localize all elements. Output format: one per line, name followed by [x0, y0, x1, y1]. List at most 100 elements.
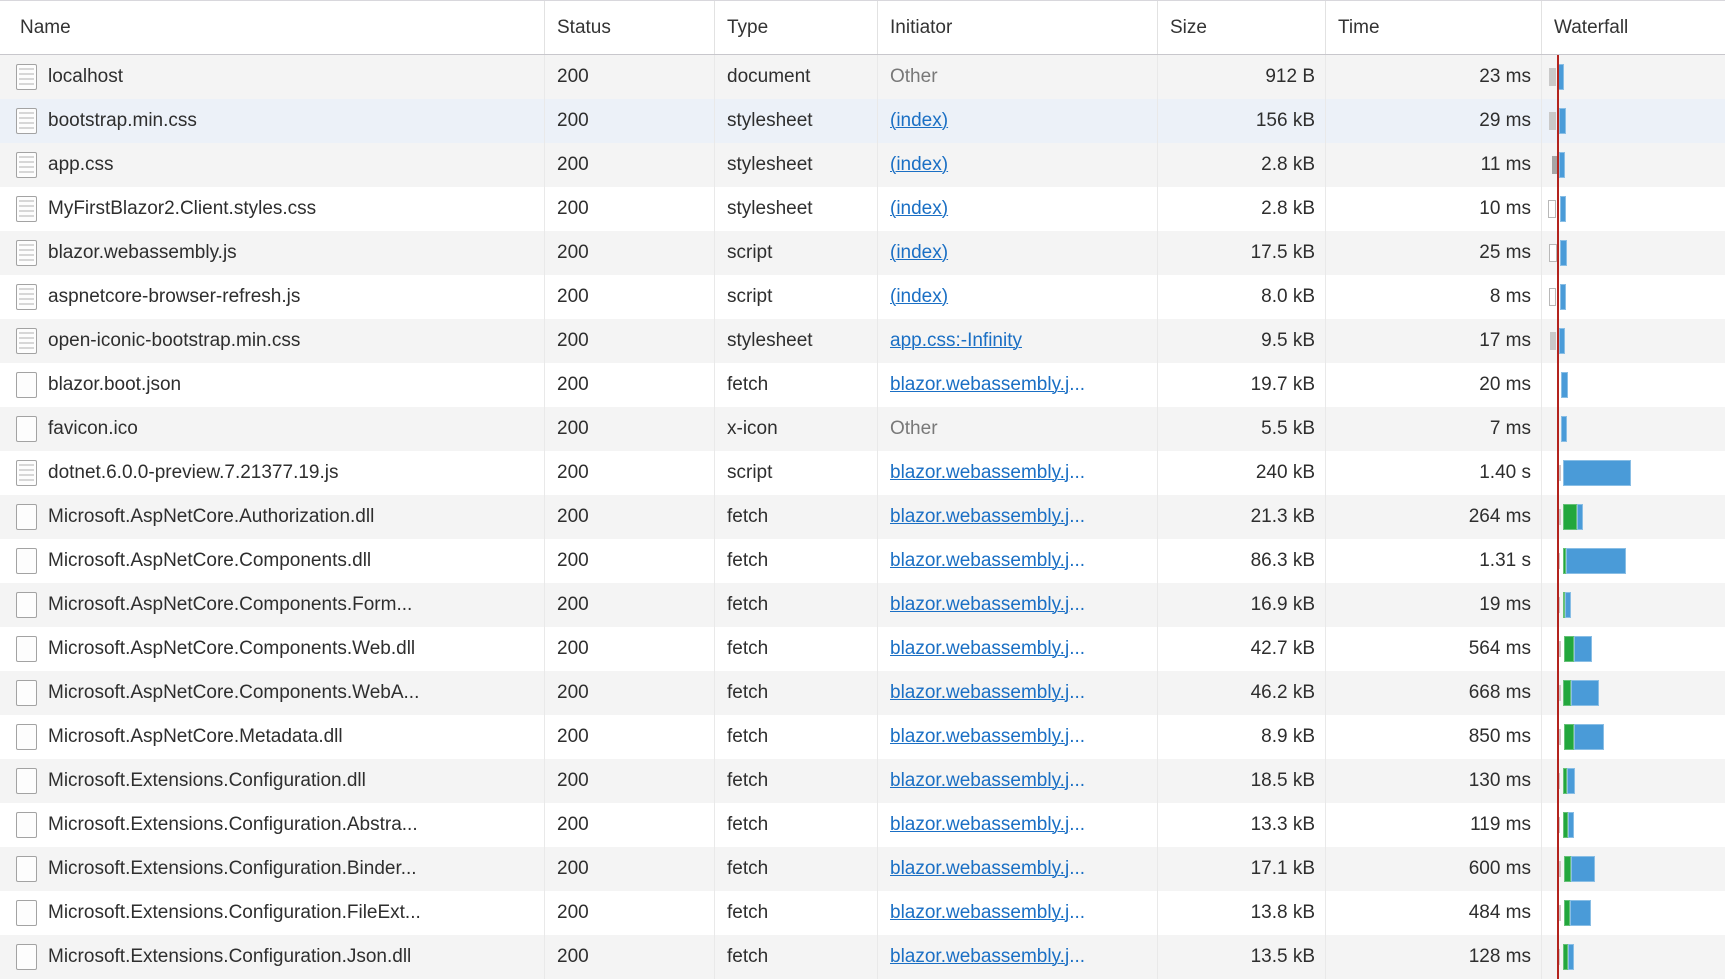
column-header-type[interactable]: Type	[715, 1, 878, 54]
size-cell: 5.5 kB	[1158, 407, 1326, 451]
initiator-link[interactable]: blazor.webassembly.j	[890, 902, 1069, 924]
table-row[interactable]: blazor.boot.json 200 fetch blazor.webass…	[0, 363, 1725, 407]
document-text-icon	[16, 240, 37, 266]
name-cell: Microsoft.Extensions.Configuration.FileE…	[0, 891, 545, 935]
initiator-cell: (index)	[878, 143, 1158, 187]
network-panel: Name Status Type Initiator Size Time Wat…	[0, 0, 1725, 979]
waterfall-bar-blue	[1574, 636, 1592, 662]
table-row[interactable]: Microsoft.Extensions.Configuration.dll 2…	[0, 759, 1725, 803]
waterfall-cell	[1542, 539, 1725, 583]
table-row[interactable]: Microsoft.AspNetCore.Authorization.dll 2…	[0, 495, 1725, 539]
initiator-link[interactable]: blazor.webassembly.j	[890, 638, 1069, 660]
size-cell: 42.7 kB	[1158, 627, 1326, 671]
request-name: Microsoft.AspNetCore.Components.Web.dll	[48, 638, 415, 660]
waterfall-bar-blue	[1559, 152, 1565, 178]
initiator-link[interactable]: app.css:-Infinity	[890, 330, 1022, 352]
request-name: open-iconic-bootstrap.min.css	[48, 330, 300, 352]
initiator-link[interactable]: (index)	[890, 242, 948, 264]
request-name: Microsoft.AspNetCore.Components.dll	[48, 550, 371, 572]
initiator-ellipsis: ...	[1069, 682, 1085, 704]
size-cell: 8.9 kB	[1158, 715, 1326, 759]
initiator-link[interactable]: (index)	[890, 198, 948, 220]
type-cell: fetch	[715, 891, 878, 935]
time-cell: 19 ms	[1326, 583, 1542, 627]
initiator-link[interactable]: blazor.webassembly.j	[890, 770, 1069, 792]
table-row[interactable]: Microsoft.AspNetCore.Components.Web.dll …	[0, 627, 1725, 671]
name-cell: Microsoft.Extensions.Configuration.Binde…	[0, 847, 545, 891]
initiator-cell: blazor.webassembly.j...	[878, 715, 1158, 759]
request-name: app.css	[48, 154, 113, 176]
initiator-link[interactable]: blazor.webassembly.j	[890, 726, 1069, 748]
request-name: Microsoft.Extensions.Configuration.dll	[48, 770, 366, 792]
waterfall-bar-blue	[1566, 548, 1626, 574]
request-name: Microsoft.AspNetCore.Components.Form...	[48, 594, 412, 616]
initiator-link[interactable]: (index)	[890, 286, 948, 308]
size-cell: 13.5 kB	[1158, 935, 1326, 979]
time-cell: 128 ms	[1326, 935, 1542, 979]
time-cell: 17 ms	[1326, 319, 1542, 363]
initiator-link[interactable]: blazor.webassembly.j	[890, 374, 1069, 396]
initiator-link[interactable]: (index)	[890, 110, 948, 132]
document-blank-icon	[16, 416, 37, 442]
waterfall-cell	[1542, 187, 1725, 231]
document-blank-icon	[16, 768, 37, 794]
initiator-link[interactable]: blazor.webassembly.j	[890, 462, 1069, 484]
table-row[interactable]: Microsoft.AspNetCore.Components.Form... …	[0, 583, 1725, 627]
request-name: favicon.ico	[48, 418, 138, 440]
initiator-link[interactable]: (index)	[890, 154, 948, 176]
table-row[interactable]: Microsoft.Extensions.Configuration.Binde…	[0, 847, 1725, 891]
table-row[interactable]: dotnet.6.0.0-preview.7.21377.19.js 200 s…	[0, 451, 1725, 495]
initiator-cell: blazor.webassembly.j...	[878, 759, 1158, 803]
column-header-initiator[interactable]: Initiator	[878, 1, 1158, 54]
initiator-link[interactable]: blazor.webassembly.j	[890, 506, 1069, 528]
status-cell: 200	[545, 363, 715, 407]
initiator-link[interactable]: blazor.webassembly.j	[890, 814, 1069, 836]
type-cell: fetch	[715, 627, 878, 671]
column-header-waterfall[interactable]: Waterfall	[1542, 1, 1725, 54]
document-text-icon	[16, 284, 37, 310]
size-cell: 46.2 kB	[1158, 671, 1326, 715]
table-row[interactable]: Microsoft.AspNetCore.Metadata.dll 200 fe…	[0, 715, 1725, 759]
initiator-link[interactable]: blazor.webassembly.j	[890, 594, 1069, 616]
table-row[interactable]: Microsoft.AspNetCore.Components.dll 200 …	[0, 539, 1725, 583]
waterfall-bar-gray	[1550, 332, 1556, 350]
network-table-header: Name Status Type Initiator Size Time Wat…	[0, 0, 1725, 55]
status-cell: 200	[545, 803, 715, 847]
table-row[interactable]: open-iconic-bootstrap.min.css 200 styles…	[0, 319, 1725, 363]
table-row[interactable]: bootstrap.min.css 200 stylesheet (index)…	[0, 99, 1725, 143]
table-row[interactable]: Microsoft.AspNetCore.Components.WebA... …	[0, 671, 1725, 715]
table-row[interactable]: Microsoft.Extensions.Configuration.Json.…	[0, 935, 1725, 979]
table-row[interactable]: Microsoft.Extensions.Configuration.Abstr…	[0, 803, 1725, 847]
status-cell: 200	[545, 715, 715, 759]
size-cell: 912 B	[1158, 55, 1326, 99]
initiator-link[interactable]: blazor.webassembly.j	[890, 858, 1069, 880]
type-cell: stylesheet	[715, 99, 878, 143]
table-row[interactable]: app.css 200 stylesheet (index) 2.8 kB 11…	[0, 143, 1725, 187]
table-row[interactable]: favicon.ico 200 x-icon Other 5.5 kB 7 ms	[0, 407, 1725, 451]
name-cell: favicon.ico	[0, 407, 545, 451]
table-row[interactable]: MyFirstBlazor2.Client.styles.css 200 sty…	[0, 187, 1725, 231]
initiator-cell: Other	[878, 407, 1158, 451]
table-row[interactable]: Microsoft.Extensions.Configuration.FileE…	[0, 891, 1725, 935]
column-header-name[interactable]: Name	[0, 1, 545, 54]
type-cell: fetch	[715, 539, 878, 583]
type-cell: stylesheet	[715, 187, 878, 231]
waterfall-cell	[1542, 231, 1725, 275]
document-blank-icon	[16, 944, 37, 970]
initiator-cell: blazor.webassembly.j...	[878, 803, 1158, 847]
size-cell: 156 kB	[1158, 99, 1326, 143]
waterfall-bar-blue	[1563, 460, 1631, 486]
time-cell: 23 ms	[1326, 55, 1542, 99]
table-row[interactable]: localhost 200 document Other 912 B 23 ms	[0, 55, 1725, 99]
column-header-time[interactable]: Time	[1326, 1, 1542, 54]
column-header-size[interactable]: Size	[1158, 1, 1326, 54]
initiator-link[interactable]: blazor.webassembly.j	[890, 946, 1069, 968]
initiator-link[interactable]: blazor.webassembly.j	[890, 550, 1069, 572]
status-cell: 200	[545, 187, 715, 231]
waterfall-cell	[1542, 891, 1725, 935]
table-row[interactable]: aspnetcore-browser-refresh.js 200 script…	[0, 275, 1725, 319]
column-header-status[interactable]: Status	[545, 1, 715, 54]
initiator-link[interactable]: blazor.webassembly.j	[890, 682, 1069, 704]
size-cell: 16.9 kB	[1158, 583, 1326, 627]
table-row[interactable]: blazor.webassembly.js 200 script (index)…	[0, 231, 1725, 275]
